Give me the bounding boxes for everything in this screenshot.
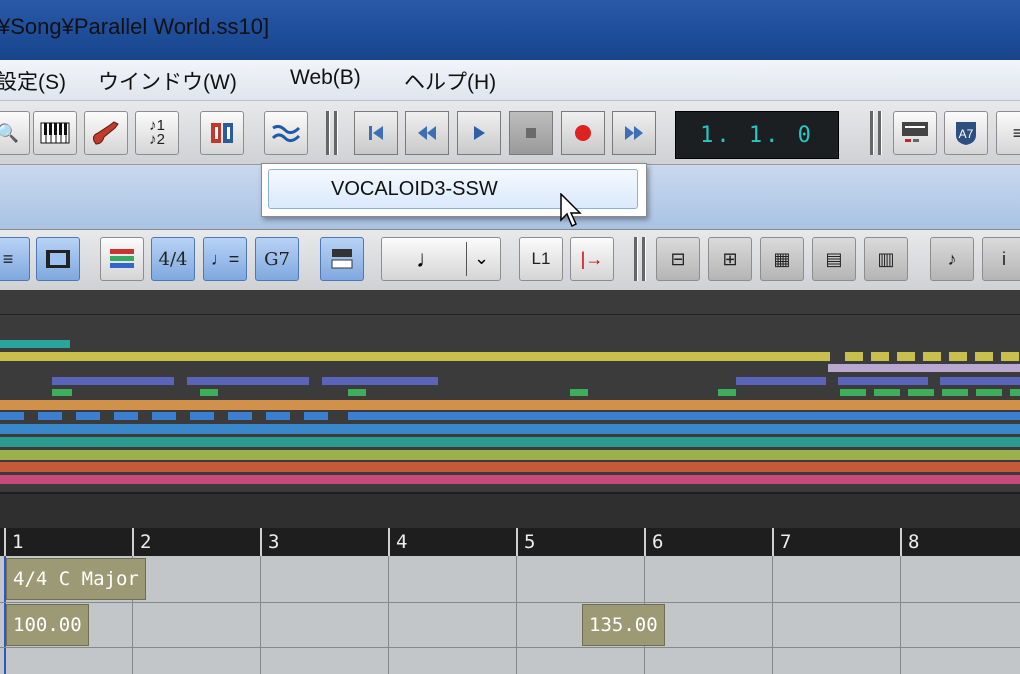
fast-forward-button[interactable]: [612, 111, 656, 155]
toolbar-separator: [634, 237, 638, 281]
measure-number: 7: [772, 528, 791, 556]
info-icon[interactable]: i: [982, 237, 1020, 281]
track-region[interactable]: [0, 352, 830, 361]
title-bar: ¥Song¥Parallel World.ss10]: [0, 0, 1020, 60]
score-icon[interactable]: ♪1 ♪2: [135, 111, 179, 155]
measure-number: 4: [388, 528, 407, 556]
tempo-event[interactable]: 100.00: [6, 604, 89, 646]
chord-badge-label: A7: [959, 127, 974, 141]
track-icon[interactable]: [100, 237, 144, 281]
zoom-icon[interactable]: 🔍: [0, 111, 30, 155]
tempo-button[interactable]: ♩=: [203, 237, 247, 281]
toolbar-separator: [642, 237, 646, 281]
track-region[interactable]: [0, 400, 1020, 410]
mouse-cursor-icon: [560, 192, 584, 234]
toolbar-separator: [878, 111, 882, 155]
phrase-icon[interactable]: ▤: [812, 237, 856, 281]
track-region[interactable]: [0, 340, 70, 348]
select-divider: [466, 242, 467, 276]
track-region[interactable]: [845, 352, 1020, 361]
measure-number: 5: [516, 528, 535, 556]
conductor-header: [0, 492, 1020, 530]
toolbar-separator: [870, 111, 874, 155]
quantize-button[interactable]: L1: [519, 237, 563, 281]
conductor-grid[interactable]: 4/4 C Major 100.00 135.00: [0, 556, 1020, 674]
piano-icon[interactable]: [33, 111, 77, 155]
meter-icon[interactable]: [893, 111, 937, 155]
menu-help[interactable]: ヘルプ(H): [404, 66, 496, 96]
toolbar-separator: [326, 111, 330, 155]
split-icon[interactable]: ⊟: [656, 237, 700, 281]
event-list-icon[interactable]: ≡: [0, 237, 30, 281]
window-title: ¥Song¥Parallel World.ss10]: [0, 14, 270, 39]
track-region[interactable]: [52, 377, 438, 385]
vocaloid-icon[interactable]: [264, 111, 308, 155]
time-signature-button[interactable]: 4/4: [151, 237, 195, 281]
note-value-select[interactable]: ♩ ⌄: [381, 237, 501, 281]
mixer-icon[interactable]: [200, 111, 244, 155]
video-icon[interactable]: [36, 237, 80, 281]
measure-number: 2: [132, 528, 151, 556]
menu-window[interactable]: ウインドウ(W): [98, 66, 237, 96]
tempo-event[interactable]: 135.00: [582, 604, 665, 646]
marker-icon[interactable]: [320, 237, 364, 281]
goto-button[interactable]: |→: [570, 237, 614, 281]
position-counter: 1. 1. 0: [675, 111, 839, 159]
menu-web[interactable]: Web(B): [290, 66, 361, 90]
edit-toolbar: ≡ 4/4 ♩= G7 ♩ ⌄ L1 |→ ⊟ ⊞ ▦ ▤ ▥ ♪ i: [0, 229, 1020, 290]
more-tools-icon[interactable]: ≡: [996, 111, 1020, 155]
measure-ruler: 1 2 3 4 5 6 7 8: [0, 528, 1020, 556]
measure-number: 1: [4, 528, 23, 556]
chord-badge-icon[interactable]: A7: [944, 111, 988, 155]
track-overview: [0, 290, 1020, 490]
layout-icon[interactable]: ▥: [864, 237, 908, 281]
note-value-display: ♩: [416, 246, 440, 273]
play-button[interactable]: [457, 111, 501, 155]
toolbar-separator: [334, 111, 338, 155]
stop-button[interactable]: [509, 111, 553, 155]
rewind-to-start-button[interactable]: [354, 111, 398, 155]
rewind-button[interactable]: [405, 111, 449, 155]
measure-number: 8: [900, 528, 919, 556]
merge-icon[interactable]: ⊞: [708, 237, 752, 281]
chord-button[interactable]: G7: [255, 237, 299, 281]
chevron-down-icon: ⌄: [474, 248, 490, 268]
main-toolbar: 🔍 ♪1 ♪2 1. 1. 0 A7 ≡: [0, 101, 1020, 165]
record-button[interactable]: [561, 111, 605, 155]
measure-number: 3: [260, 528, 279, 556]
note-edit-icon[interactable]: ♪: [930, 237, 974, 281]
arrange-icon[interactable]: ▦: [760, 237, 804, 281]
measure-number: 6: [644, 528, 663, 556]
track-region[interactable]: [828, 364, 1020, 372]
vocaloid-dropdown: VOCALOID3-SSW: [261, 163, 647, 217]
menu-bar: 設定(S) ウインドウ(W) Web(B) ヘルプ(H): [0, 60, 1020, 101]
time-signature-event[interactable]: 4/4 C Major: [6, 558, 146, 600]
guitar-icon[interactable]: [84, 111, 128, 155]
menu-settings[interactable]: 設定(S): [0, 66, 66, 96]
track-region[interactable]: [736, 377, 1020, 385]
